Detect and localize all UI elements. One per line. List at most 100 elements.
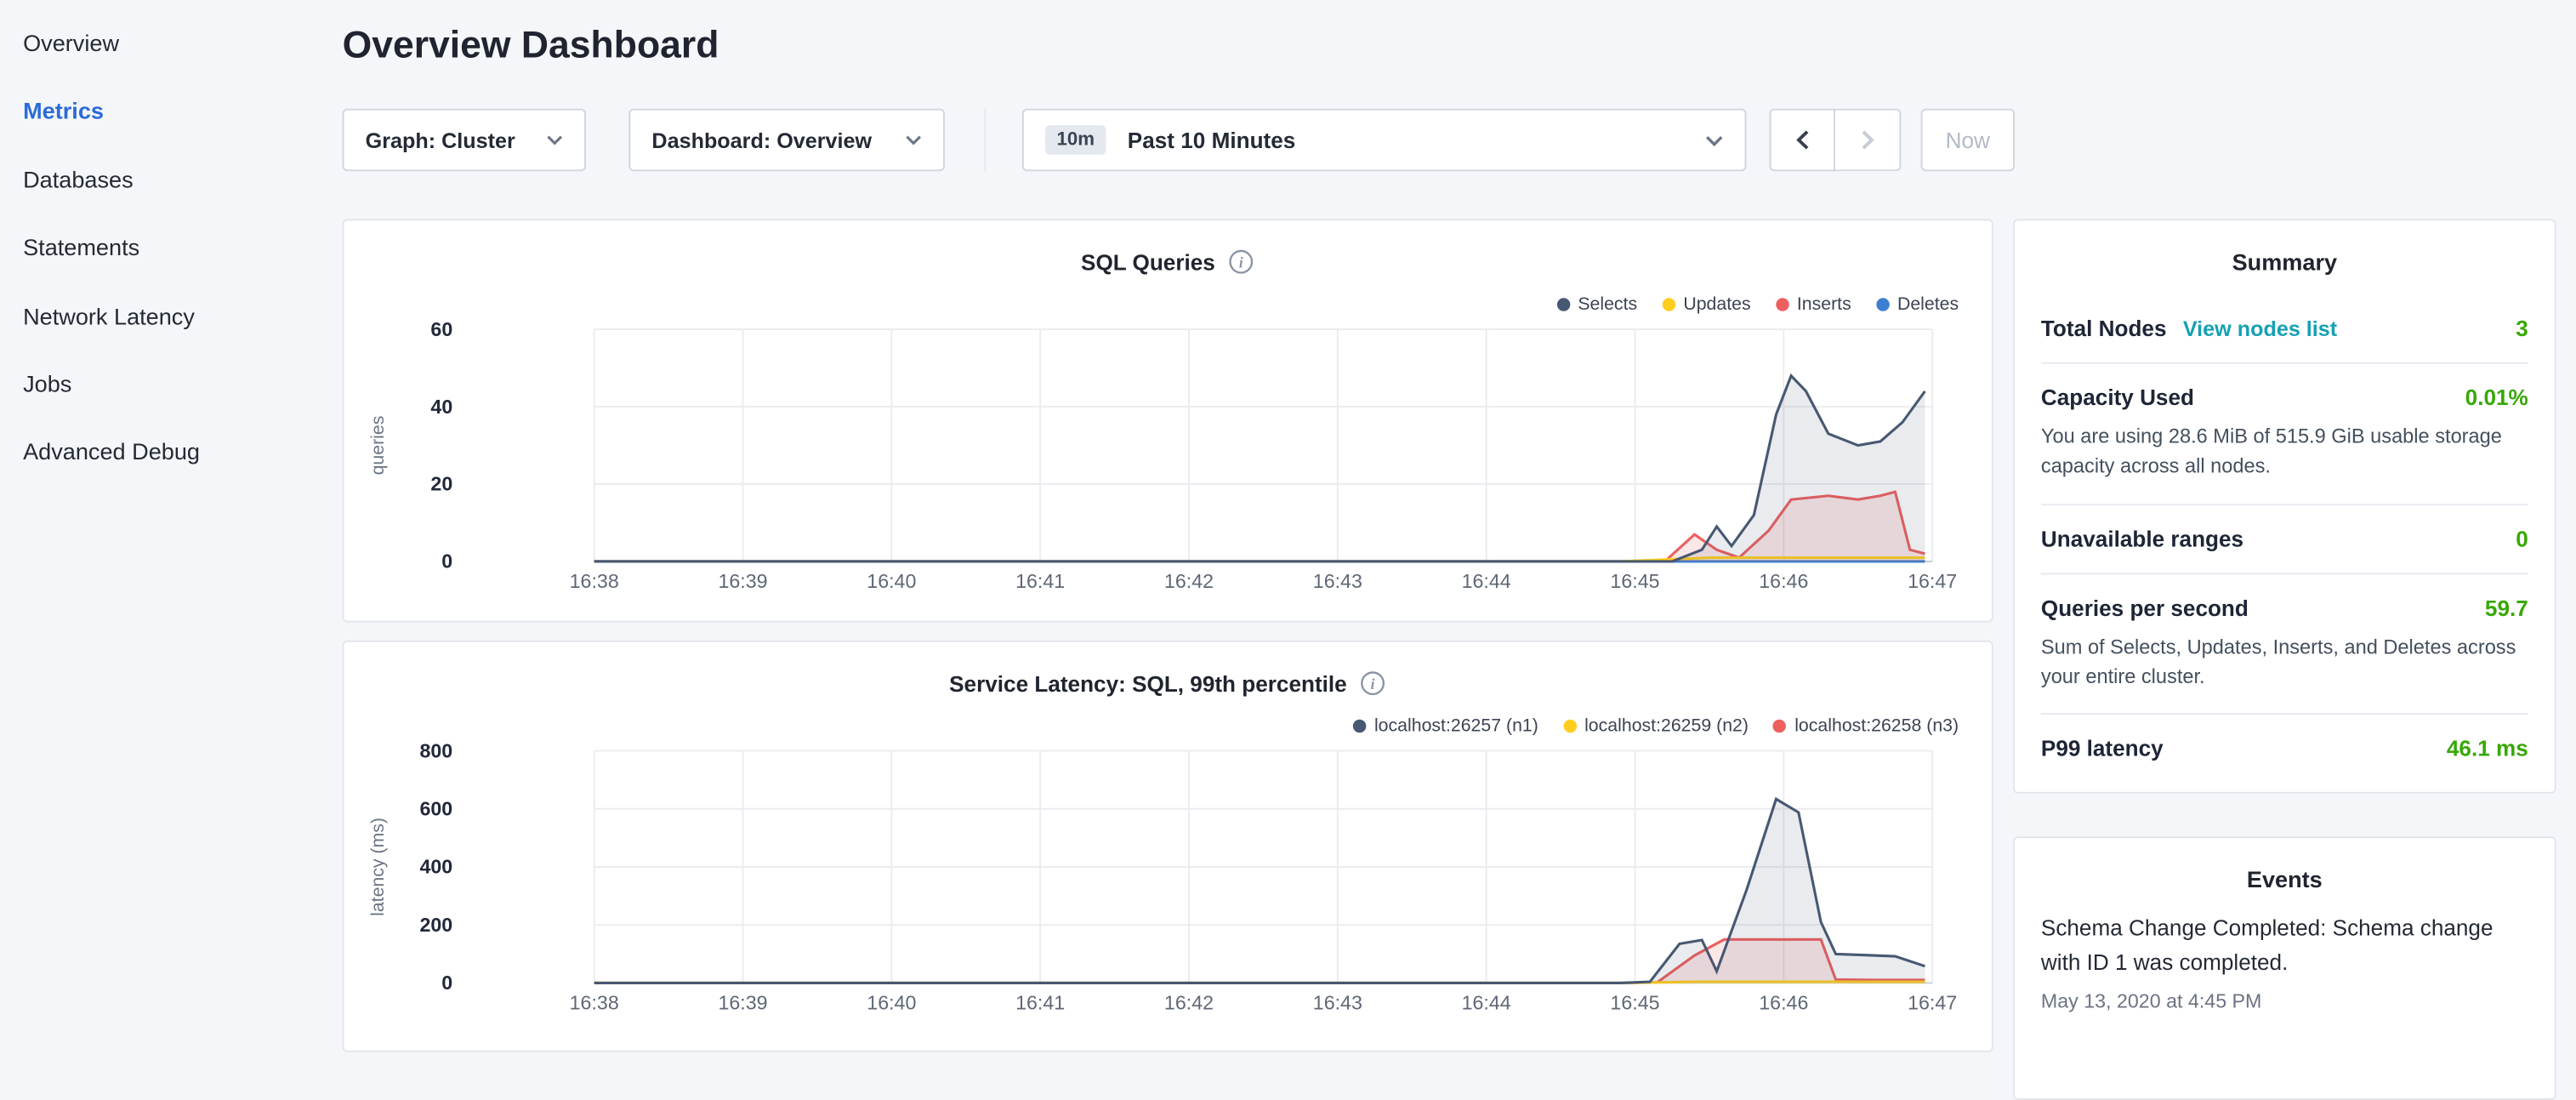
time-range-picker[interactable]: 10m Past 10 Minutes xyxy=(1022,109,1747,172)
svg-text:16:42: 16:42 xyxy=(1164,570,1214,592)
svg-text:0: 0 xyxy=(441,972,452,994)
svg-text:latency (ms): latency (ms) xyxy=(367,818,388,916)
svg-text:200: 200 xyxy=(419,914,452,936)
svg-text:i: i xyxy=(1239,254,1243,271)
summary-desc: You are using 28.6 MiB of 515.9 GiB usab… xyxy=(2041,421,2528,482)
svg-text:16:45: 16:45 xyxy=(1610,570,1659,592)
legend-item[interactable]: Deletes xyxy=(1876,294,1959,314)
legend-dot xyxy=(1563,720,1576,732)
chevron-down-icon xyxy=(547,135,563,145)
legend-item[interactable]: Inserts xyxy=(1776,294,1851,314)
summary-label: Queries per second xyxy=(2041,596,2249,620)
chart-card-sql-queries: SQL Queries i Selects Updates Inserts De… xyxy=(343,219,1993,622)
graph-select-label: Graph: Cluster xyxy=(366,128,515,152)
event-time: May 13, 2020 at 4:45 PM xyxy=(2041,989,2528,1012)
svg-text:16:42: 16:42 xyxy=(1164,991,1214,1013)
summary-label: P99 latency xyxy=(2041,736,2164,761)
summary-value: 0.01% xyxy=(2465,385,2528,410)
app-root: Overview Metrics Databases Statements Ne… xyxy=(0,0,2576,1052)
svg-text:400: 400 xyxy=(419,856,452,878)
chart-legend: Selects Updates Inserts Deletes xyxy=(1556,294,1959,314)
svg-text:16:40: 16:40 xyxy=(867,991,916,1013)
chart-title: Service Latency: SQL, 99th percentile xyxy=(949,671,1347,696)
summary-row-qps: Queries per second 59.7 Sum of Selects, … xyxy=(2041,573,2528,714)
summary-value: 0 xyxy=(2516,527,2528,551)
svg-text:16:46: 16:46 xyxy=(1759,991,1808,1013)
summary-row-capacity: Capacity Used 0.01% You are using 28.6 M… xyxy=(2041,362,2528,504)
graph-select[interactable]: Graph: Cluster xyxy=(343,109,586,172)
sidebar-item-databases[interactable]: Databases xyxy=(0,146,321,214)
legend-item[interactable]: localhost:26259 (n2) xyxy=(1563,716,1749,736)
chevron-down-icon xyxy=(905,135,921,145)
sidebar-item-statements[interactable]: Statements xyxy=(0,214,321,282)
prev-interval-button[interactable] xyxy=(1770,109,1835,172)
sql-queries-plot[interactable]: 16:3816:3916:4016:4116:4216:4316:4416:45… xyxy=(344,316,1994,600)
svg-text:60: 60 xyxy=(430,318,452,340)
svg-text:16:43: 16:43 xyxy=(1313,991,1362,1013)
svg-text:600: 600 xyxy=(419,798,452,820)
summary-card: Summary Total Nodes View nodes list 3 Ca… xyxy=(2013,219,2556,794)
toolbar: Graph: Cluster Dashboard: Overview 10m P… xyxy=(343,109,2153,172)
time-badge: 10m xyxy=(1045,125,1106,155)
summary-value: 46.1 ms xyxy=(2447,736,2528,761)
chevron-left-icon xyxy=(1796,130,1809,150)
sidebar-item-metrics[interactable]: Metrics xyxy=(0,78,321,146)
time-range-label: Past 10 Minutes xyxy=(1128,128,1296,152)
toolbar-divider xyxy=(984,109,986,172)
legend-dot xyxy=(1353,720,1366,732)
svg-text:16:43: 16:43 xyxy=(1313,570,1362,592)
sidebar-item-jobs[interactable]: Jobs xyxy=(0,351,321,419)
svg-text:16:38: 16:38 xyxy=(570,570,619,592)
chart-card-service-latency: Service Latency: SQL, 99th percentile i … xyxy=(343,641,1993,1052)
chart-title: SQL Queries xyxy=(1081,249,1215,274)
legend-label: Inserts xyxy=(1797,294,1851,314)
summary-label: Capacity Used xyxy=(2041,385,2194,410)
summary-value: 3 xyxy=(2516,316,2528,341)
chart-legend: localhost:26257 (n1) localhost:26259 (n2… xyxy=(1353,716,1959,736)
svg-text:16:47: 16:47 xyxy=(1908,991,1957,1013)
page-title: Overview Dashboard xyxy=(343,23,719,67)
summary-row-total-nodes: Total Nodes View nodes list 3 xyxy=(2041,294,2528,362)
event-text: Schema Change Completed: Schema change w… xyxy=(2041,912,2528,981)
svg-text:16:44: 16:44 xyxy=(1462,991,1511,1013)
svg-text:16:45: 16:45 xyxy=(1610,991,1659,1013)
summary-title: Summary xyxy=(2041,220,2528,294)
legend-dot xyxy=(1876,298,1889,311)
legend-label: Selects xyxy=(1578,294,1637,314)
summary-desc: Sum of Selects, Updates, Inserts, and De… xyxy=(2041,631,2528,692)
dashboard-select[interactable]: Dashboard: Overview xyxy=(628,109,945,172)
legend-label: Deletes xyxy=(1897,294,1959,314)
legend-item[interactable]: localhost:26257 (n1) xyxy=(1353,716,1538,736)
events-title: Events xyxy=(2041,838,2528,912)
svg-text:16:40: 16:40 xyxy=(867,570,916,592)
legend-dot xyxy=(1776,298,1788,311)
svg-text:16:41: 16:41 xyxy=(1015,570,1065,592)
svg-text:queries: queries xyxy=(367,416,388,476)
chevron-right-icon xyxy=(1861,130,1874,150)
info-icon[interactable]: i xyxy=(1360,670,1386,697)
legend-item[interactable]: Updates xyxy=(1662,294,1750,314)
svg-text:16:46: 16:46 xyxy=(1759,570,1808,592)
legend-label: Updates xyxy=(1683,294,1750,314)
legend-label: localhost:26259 (n2) xyxy=(1584,716,1749,736)
event-item[interactable]: Schema Change Completed: Schema change w… xyxy=(2041,912,2528,1012)
sidebar: Overview Metrics Databases Statements Ne… xyxy=(0,0,321,487)
legend-dot xyxy=(1773,720,1786,732)
now-button[interactable]: Now xyxy=(1921,109,2015,172)
svg-text:16:39: 16:39 xyxy=(718,570,767,592)
legend-label: localhost:26257 (n1) xyxy=(1374,716,1538,736)
next-interval-button[interactable] xyxy=(1835,109,1901,172)
view-nodes-link[interactable]: View nodes list xyxy=(2183,316,2337,341)
sidebar-item-network-latency[interactable]: Network Latency xyxy=(0,282,321,351)
info-icon[interactable]: i xyxy=(1228,248,1254,275)
svg-text:800: 800 xyxy=(419,739,452,761)
svg-text:40: 40 xyxy=(430,396,452,418)
sidebar-item-advanced-debug[interactable]: Advanced Debug xyxy=(0,419,321,487)
svg-text:16:41: 16:41 xyxy=(1015,991,1065,1013)
service-latency-plot[interactable]: 16:3816:3916:4016:4116:4216:4316:4416:45… xyxy=(344,738,1994,1021)
svg-text:20: 20 xyxy=(430,473,452,495)
legend-item[interactable]: localhost:26258 (n3) xyxy=(1773,716,1959,736)
legend-item[interactable]: Selects xyxy=(1556,294,1637,314)
svg-text:0: 0 xyxy=(441,550,452,573)
sidebar-item-overview[interactable]: Overview xyxy=(0,10,321,78)
